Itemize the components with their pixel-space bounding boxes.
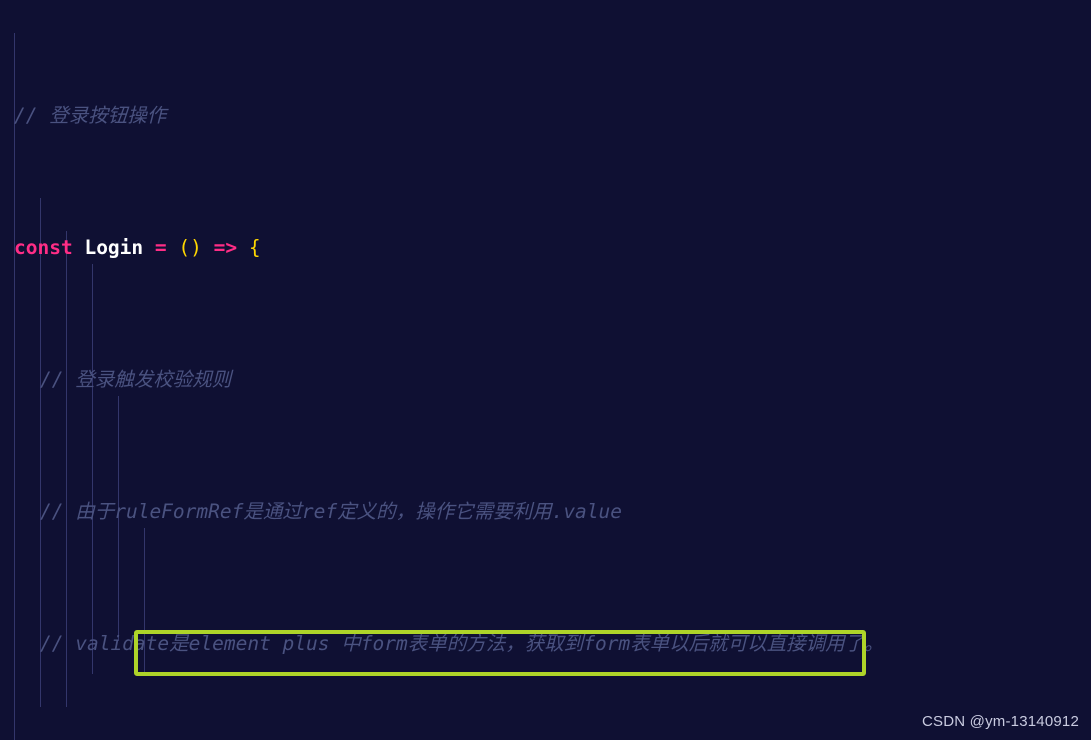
code-line: // validate是element plus 中form表单的方法，获取到f…: [0, 627, 1091, 660]
identifier-login: Login: [84, 236, 144, 259]
watermark: CSDN @ym-13140912: [921, 713, 1079, 730]
code-block[interactable]: // 登录按钮操作 const Login = () => { // 登录触发校…: [0, 0, 1091, 740]
code-line: // 登录按钮操作: [0, 99, 1091, 132]
comment-text: // 登录触发校验规则: [40, 368, 232, 391]
comment-text: // 由于ruleFormRef是通过ref定义的，操作它需要利用.value: [40, 500, 623, 523]
code-line: const Login = () => {: [0, 231, 1091, 264]
comment-text: // validate是element plus 中form表单的方法，获取到f…: [40, 632, 884, 655]
arrow-operator: =>: [213, 236, 238, 259]
paren-pair: (): [178, 236, 202, 259]
comment-text: // 登录按钮操作: [14, 104, 167, 127]
code-screenshot: // 登录按钮操作 const Login = () => { // 登录触发校…: [0, 0, 1091, 740]
operator-assign: =: [154, 236, 167, 259]
code-line: // 登录触发校验规则: [0, 363, 1091, 396]
code-line: // 由于ruleFormRef是通过ref定义的，操作它需要利用.value: [0, 495, 1091, 528]
keyword-const: const: [14, 236, 73, 259]
brace-open: {: [248, 236, 261, 259]
